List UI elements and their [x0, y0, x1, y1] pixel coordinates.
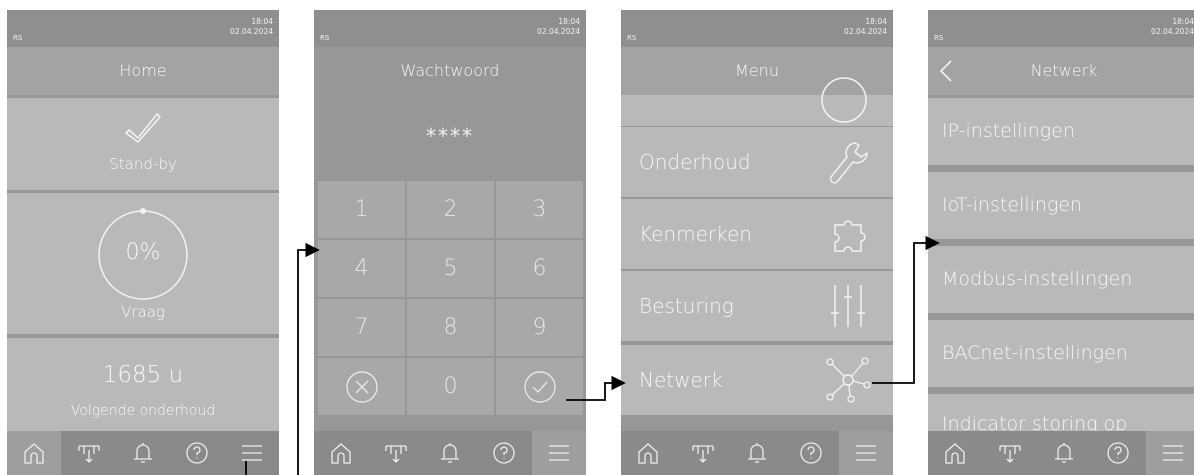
arrow-menu-to-password	[245, 250, 318, 475]
arrow-confirm-to-menu	[566, 375, 626, 401]
flow-arrows	[245, 0, 940, 475]
arrow-netwerk-to-network	[872, 235, 940, 384]
